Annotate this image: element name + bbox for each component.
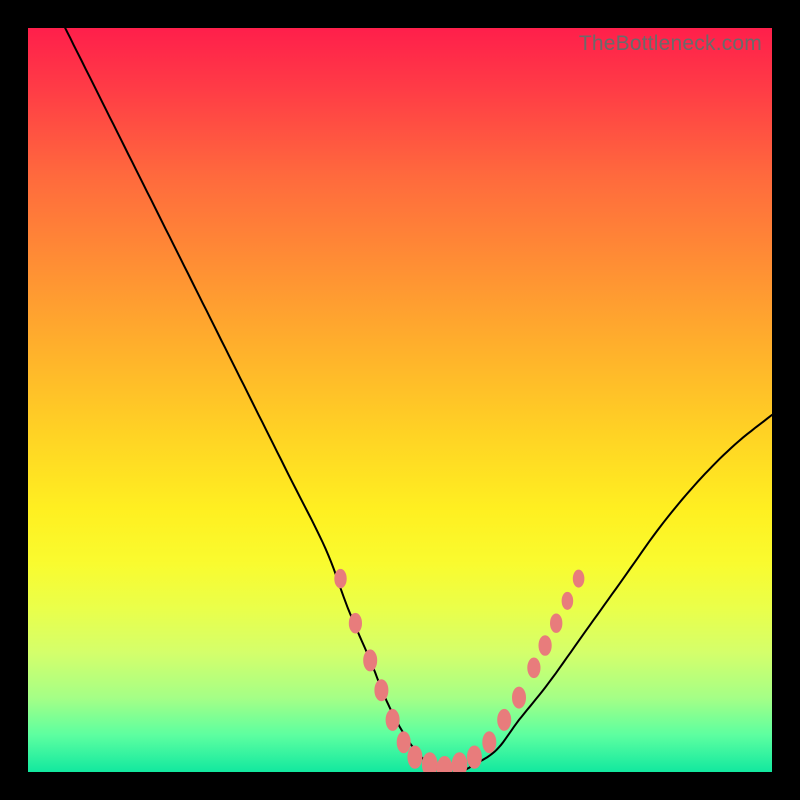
curve-marker bbox=[551, 614, 562, 632]
curve-marker bbox=[375, 680, 388, 701]
chart-svg bbox=[28, 28, 772, 772]
curve-marker bbox=[335, 569, 346, 587]
curve-marker bbox=[437, 757, 452, 773]
curve-marker bbox=[408, 746, 422, 768]
curve-marker bbox=[467, 746, 481, 768]
curve-marker bbox=[498, 709, 511, 730]
curve-line bbox=[65, 28, 772, 772]
watermark-text: TheBottleneck.com bbox=[579, 32, 762, 56]
curve-marker bbox=[364, 650, 377, 671]
curve-marker bbox=[562, 592, 573, 609]
curve-marker bbox=[528, 658, 540, 678]
curve-marker bbox=[483, 732, 496, 753]
bottleneck-curve bbox=[65, 28, 772, 772]
curve-marker bbox=[397, 732, 410, 753]
curve-marker bbox=[386, 709, 399, 730]
plot-area: TheBottleneck.com bbox=[28, 28, 772, 772]
curve-marker bbox=[422, 753, 437, 772]
curve-marker bbox=[513, 687, 526, 708]
curve-marker bbox=[452, 753, 467, 772]
curve-markers bbox=[335, 569, 584, 772]
curve-marker bbox=[573, 570, 584, 587]
curve-marker bbox=[539, 636, 551, 656]
chart-frame: TheBottleneck.com bbox=[0, 0, 800, 800]
curve-marker bbox=[349, 613, 361, 633]
